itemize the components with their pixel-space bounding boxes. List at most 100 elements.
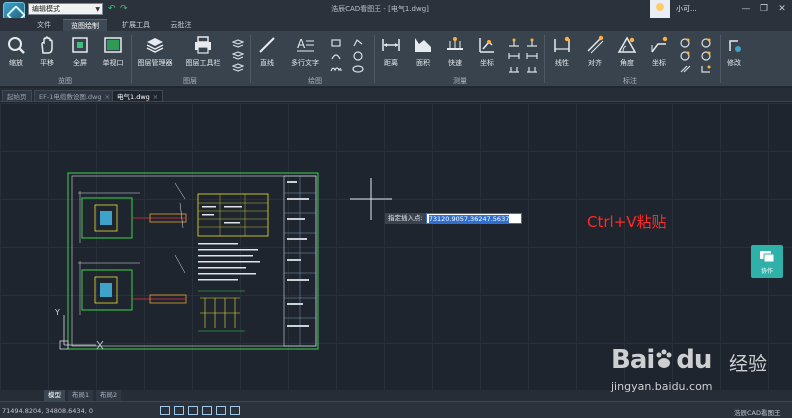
measure-length-icon[interactable] bbox=[526, 51, 538, 61]
tab-cloud-annotate[interactable]: 云批注 bbox=[166, 19, 196, 31]
mtext-button[interactable]: A 多行文字 bbox=[286, 33, 324, 73]
watermark-main: Bai du bbox=[611, 345, 712, 375]
layout-tab-1[interactable]: 布局1 bbox=[68, 390, 94, 401]
measure-arc-icon[interactable] bbox=[508, 38, 520, 48]
angle-dim-button[interactable]: 角度 bbox=[614, 33, 640, 73]
divider bbox=[720, 35, 721, 83]
ribbon: 缩放 平移 全屏 单视口 览图 图层管理器 图层工具栏 图层 直线 A 多行文字… bbox=[0, 31, 792, 87]
rectangle-icon[interactable] bbox=[330, 38, 342, 48]
redo-icon[interactable]: ↷ bbox=[120, 4, 128, 14]
layout-tab-model[interactable]: 模型 bbox=[44, 390, 65, 401]
leader-dim-icon[interactable] bbox=[679, 64, 691, 74]
area-icon bbox=[415, 38, 431, 52]
ordinate-dim-icon[interactable] bbox=[700, 64, 712, 74]
measure-angle-icon[interactable] bbox=[526, 38, 538, 48]
line-button[interactable]: 直线 bbox=[254, 33, 280, 73]
linear-dim-button[interactable]: 线性 bbox=[549, 33, 575, 73]
group-measure: 测量 bbox=[453, 77, 467, 85]
layer-manager-button[interactable]: 图层管理器 bbox=[132, 33, 178, 73]
user-name[interactable]: 小可... bbox=[676, 4, 697, 14]
close-icon[interactable]: × bbox=[153, 93, 158, 101]
distance-button[interactable]: 距离 bbox=[378, 33, 404, 73]
distance-icon bbox=[382, 39, 400, 51]
prompt-label: 指定插入点: bbox=[385, 213, 426, 224]
restore-icon[interactable]: ❐ bbox=[756, 1, 772, 17]
circle-icon[interactable] bbox=[352, 51, 364, 61]
minimize-icon[interactable]: — bbox=[738, 1, 754, 17]
window-title: 浩辰CAD看图王 - [电气1.dwg] bbox=[331, 5, 429, 13]
area-label: 面积 bbox=[416, 59, 430, 67]
chat-icon bbox=[760, 251, 775, 263]
layer-toolbar-label: 图层工具栏 bbox=[185, 59, 221, 67]
diameter-dim-icon[interactable] bbox=[700, 38, 712, 48]
single-viewport-label: 单视口 bbox=[102, 59, 124, 67]
layer-lock-icon[interactable] bbox=[232, 63, 244, 73]
ortho-icon[interactable] bbox=[188, 406, 198, 415]
doctab-label: 电气1.dwg bbox=[117, 93, 150, 101]
cloud-line-icon[interactable] bbox=[330, 64, 342, 74]
group-dimension: 标注 bbox=[623, 77, 637, 85]
measure-settings-icon[interactable] bbox=[526, 64, 538, 74]
ellipse-icon[interactable] bbox=[352, 64, 364, 74]
osnap-icon[interactable] bbox=[216, 406, 226, 415]
aligned-dim-button[interactable]: 对齐 bbox=[582, 33, 608, 73]
arc-icon[interactable] bbox=[330, 51, 342, 61]
quick-measure-icon bbox=[447, 37, 463, 50]
layer-toolbar-button[interactable]: 图层工具栏 bbox=[180, 33, 226, 73]
grid-icon[interactable] bbox=[160, 406, 170, 415]
polyline-icon[interactable] bbox=[352, 38, 364, 48]
text-icon: A bbox=[297, 37, 314, 52]
coordinate-dim-button[interactable]: 坐标 bbox=[646, 33, 672, 73]
center-mark-icon[interactable] bbox=[700, 51, 712, 61]
tab-extend-tools[interactable]: 扩展工具 bbox=[117, 19, 155, 31]
layer-state-icon[interactable] bbox=[232, 39, 244, 49]
group-layer: 图层 bbox=[183, 77, 197, 85]
modify-label: 修改 bbox=[727, 59, 741, 67]
layout-tab-2[interactable]: 布局2 bbox=[96, 390, 122, 401]
doctab-dianqi1[interactable]: 电气1.dwg × bbox=[112, 90, 164, 102]
pan-label: 平移 bbox=[40, 59, 54, 67]
area-button[interactable]: 面积 bbox=[410, 33, 436, 73]
coordinate-dim-label: 坐标 bbox=[652, 59, 666, 67]
linear-dim-icon bbox=[554, 36, 570, 52]
polar-icon[interactable] bbox=[202, 406, 212, 415]
undo-icon[interactable]: ↶ bbox=[108, 4, 116, 14]
collaborate-button[interactable]: 协作 bbox=[751, 245, 783, 278]
layer-manager-label: 图层管理器 bbox=[137, 59, 173, 67]
mode-select[interactable]: 编辑模式 ▼ bbox=[28, 3, 103, 15]
angle-dim-label: 角度 bbox=[620, 59, 634, 67]
snap-icon[interactable] bbox=[174, 406, 184, 415]
layers-icon bbox=[146, 38, 164, 53]
doctab-start[interactable]: 起始页 bbox=[2, 90, 32, 102]
watermark-url: jingyan.baidu.com bbox=[611, 380, 713, 393]
arc-length-dim-icon[interactable] bbox=[679, 51, 691, 61]
lineweight-icon[interactable] bbox=[230, 406, 240, 415]
pan-button[interactable]: 平移 bbox=[33, 33, 61, 73]
measure-radius-icon[interactable] bbox=[508, 51, 520, 61]
layer-freeze-icon[interactable] bbox=[232, 51, 244, 61]
close-icon[interactable]: × bbox=[104, 93, 109, 101]
command-prompt: 指定插入点: 73120.9057,36247.5637 bbox=[385, 213, 522, 224]
single-viewport-button[interactable]: 单视口 bbox=[98, 33, 128, 73]
avatar[interactable] bbox=[650, 0, 670, 18]
chevron-down-icon: ▼ bbox=[95, 6, 100, 13]
fullscreen-button[interactable]: 全屏 bbox=[66, 33, 94, 73]
close-icon[interactable]: ✕ bbox=[774, 1, 790, 17]
coordinate-measure-button[interactable]: 坐标 bbox=[474, 33, 500, 73]
measure-sum-icon[interactable] bbox=[508, 64, 520, 74]
drawing-border bbox=[71, 175, 317, 347]
doctab-ef1[interactable]: EF-1电缆敷设图.dwg × bbox=[34, 90, 115, 102]
status-app-name: 浩辰CAD看图王 bbox=[734, 409, 781, 417]
quick-measure-button[interactable]: 快速 bbox=[442, 33, 468, 73]
insert-point-value: 73120.9057,36247.5637 bbox=[428, 215, 510, 223]
divider bbox=[544, 35, 545, 83]
insert-point-input[interactable]: 73120.9057,36247.5637 bbox=[425, 213, 522, 224]
collaborate-label: 协作 bbox=[760, 268, 773, 275]
radius-dim-icon[interactable] bbox=[679, 38, 691, 48]
tab-file[interactable]: 文件 bbox=[33, 19, 55, 31]
baidu-watermark: Bai du 经验 jingyan.baidu.com bbox=[611, 345, 791, 405]
drawing-frame bbox=[67, 172, 319, 350]
modify-button[interactable]: 修改 bbox=[722, 33, 746, 73]
tab-browse-draw[interactable]: 览图绘制 bbox=[63, 19, 107, 31]
zoom-button[interactable]: 缩放 bbox=[2, 33, 30, 73]
